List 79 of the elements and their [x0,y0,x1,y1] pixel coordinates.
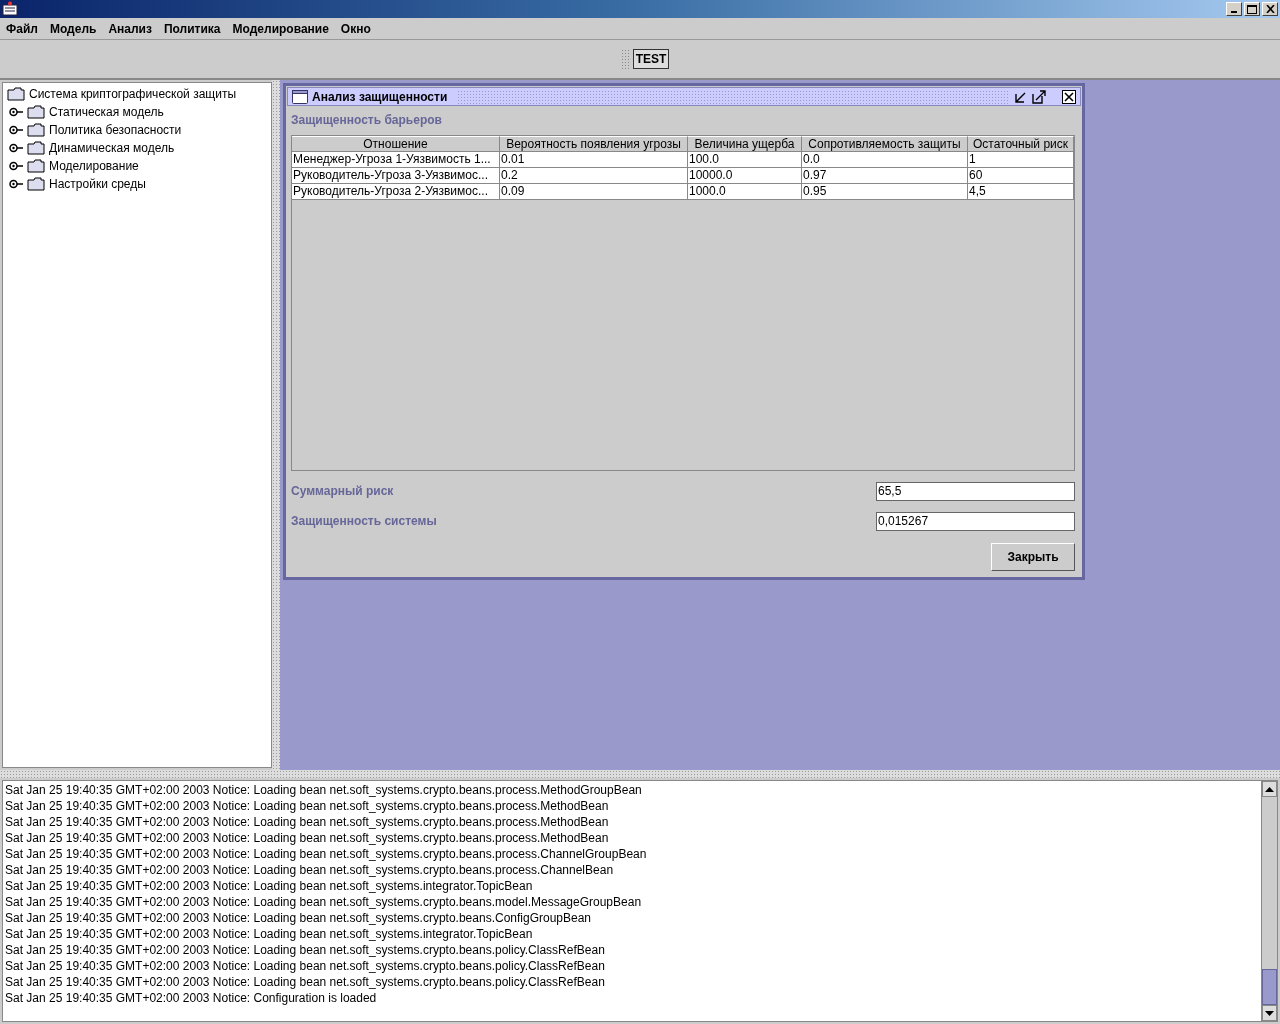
table-cell: 0.09 [500,184,688,200]
close-icon [1265,5,1275,13]
column-header[interactable]: Сопротивляемость защиты [802,136,968,152]
folder-icon [7,87,25,101]
log-line: Sat Jan 25 19:40:35 GMT+02:00 2003 Notice: Loading bean net.soft_systems.crypto.beans.ConfigGroupBean [5,910,593,926]
menu-item[interactable]: Анализ [108,21,152,36]
log-line: Sat Jan 25 19:40:35 GMT+02:00 2003 Notice: Loading bean net.soft_systems.integrator.TopicBean [5,926,534,942]
menu-item[interactable]: Файл [6,21,38,36]
table-cell: 0.2 [500,168,688,184]
close-button[interactable] [1262,2,1278,16]
log-line: Sat Jan 25 19:40:35 GMT+02:00 2003 Notice: Loading bean net.soft_systems.crypto.beans.process.ChannelGroupBean [5,846,648,862]
log-line: Sat Jan 25 19:40:35 GMT+02:00 2003 Notice: Loading bean net.soft_systems.crypto.beans.process.MethodBean [5,830,610,846]
test-button[interactable]: TEST [632,49,670,69]
table-cell: Менеджер-Угроза 1-Уязвимость 1... [292,152,500,168]
tree-handle-icon[interactable] [9,107,23,117]
table-cell: 1000.0 [688,184,802,200]
up-arrow-icon [1265,786,1274,792]
down-arrow-icon [1265,1010,1274,1016]
scroll-up-button[interactable] [1262,781,1277,797]
tree-handle-icon[interactable] [9,161,23,171]
table-cell: 0.0 [802,152,968,168]
log-line: Sat Jan 25 19:40:35 GMT+02:00 2003 Notice: Loading bean net.soft_systems.crypto.beans.process.MethodBean [5,798,610,814]
log-line: Sat Jan 25 19:40:35 GMT+02:00 2003 Notice: Loading bean net.soft_systems.crypto.beans.policy.ClassRefBean [5,958,606,974]
table-cell: 0.95 [802,184,968,200]
column-header[interactable]: Отношение [292,136,500,152]
table-cell: 4,5 [968,184,1074,200]
log-line: Sat Jan 25 19:40:35 GMT+02:00 2003 Notice: Loading bean net.soft_systems.integrator.TopicBean [5,878,534,894]
minimize-button[interactable] [1226,2,1242,16]
table-cell: 0.01 [500,152,688,168]
value-field[interactable]: 0,015267 [876,511,1075,531]
tree-handle-icon[interactable] [9,179,23,189]
column-header[interactable]: Остаточный риск [968,136,1074,152]
table-cell: 100.0 [688,152,802,168]
table-cell: 0.97 [802,168,968,184]
menu-item[interactable]: Окно [340,21,371,36]
column-header[interactable]: Вероятность появления угрозы [500,136,688,152]
folder-icon [27,159,45,173]
maximize-button[interactable] [1244,2,1260,16]
log-line: Sat Jan 25 19:40:35 GMT+02:00 2003 Notice: Configuration is loaded [5,990,378,1006]
folder-icon [27,105,45,119]
maximize-icon[interactable] [1032,89,1046,104]
tree-root[interactable]: Система криптографической защиты [29,87,237,101]
tree-item[interactable]: Статическая модель [49,105,164,119]
folder-icon [27,123,45,137]
table-cell: Руководитель-Угроза 3-Уязвимос... [292,168,500,184]
table-cell: 10000.0 [688,168,802,184]
folder-icon [27,177,45,191]
menu-item[interactable]: Политика [163,21,221,36]
vertical-scrollbar[interactable] [1261,781,1277,1021]
tree-item[interactable]: Настройки среды [49,177,146,191]
window-icon [292,89,308,104]
menu-item[interactable]: Моделирование [232,21,329,36]
tree-item[interactable]: Политика безопасности [49,123,182,137]
value-field[interactable]: 65,5 [876,481,1075,501]
field-label: Защищенность системы [291,514,437,528]
section-label: Защищенность барьеров [291,113,443,129]
tree-handle-icon[interactable] [9,143,23,153]
tree-item[interactable]: Моделирование [49,159,139,173]
close-window-button[interactable]: Закрыть [991,543,1075,571]
column-header[interactable]: Величина ущерба [688,136,802,152]
log-line: Sat Jan 25 19:40:35 GMT+02:00 2003 Notice: Loading bean net.soft_systems.crypto.beans.process.MethodGroupBean [5,782,643,798]
log-line: Sat Jan 25 19:40:35 GMT+02:00 2003 Notice: Loading bean net.soft_systems.crypto.beans.process.MethodBean [5,814,610,830]
menu-item[interactable]: Модель [49,21,97,36]
folder-icon [27,141,45,155]
tree-item[interactable]: Динамическая модель [49,141,175,155]
maximize-icon [1247,4,1257,14]
field-label: Суммарный риск [291,484,394,498]
log-line: Sat Jan 25 19:40:35 GMT+02:00 2003 Notice: Loading bean net.soft_systems.crypto.beans.policy.ClassRefBean [5,974,606,990]
close-icon[interactable] [1062,89,1076,104]
log-line: Sat Jan 25 19:40:35 GMT+02:00 2003 Notice: Loading bean net.soft_systems.crypto.beans.model.MessageGroupBean [5,894,643,910]
table-cell: 60 [968,168,1074,184]
log-line: Sat Jan 25 19:40:35 GMT+02:00 2003 Notice: Loading bean net.soft_systems.crypto.beans.policy.ClassRefBean [5,942,606,958]
scroll-down-button[interactable] [1262,1005,1277,1021]
scroll-thumb[interactable] [1262,969,1277,1005]
app-icon [2,1,18,17]
tree-handle-icon[interactable] [9,125,23,135]
table-cell: 1 [968,152,1074,168]
table-cell: Руководитель-Угроза 2-Уязвимос... [292,184,500,200]
log-line: Sat Jan 25 19:40:35 GMT+02:00 2003 Notice: Loading bean net.soft_systems.crypto.beans.process.ChannelBean [5,862,615,878]
